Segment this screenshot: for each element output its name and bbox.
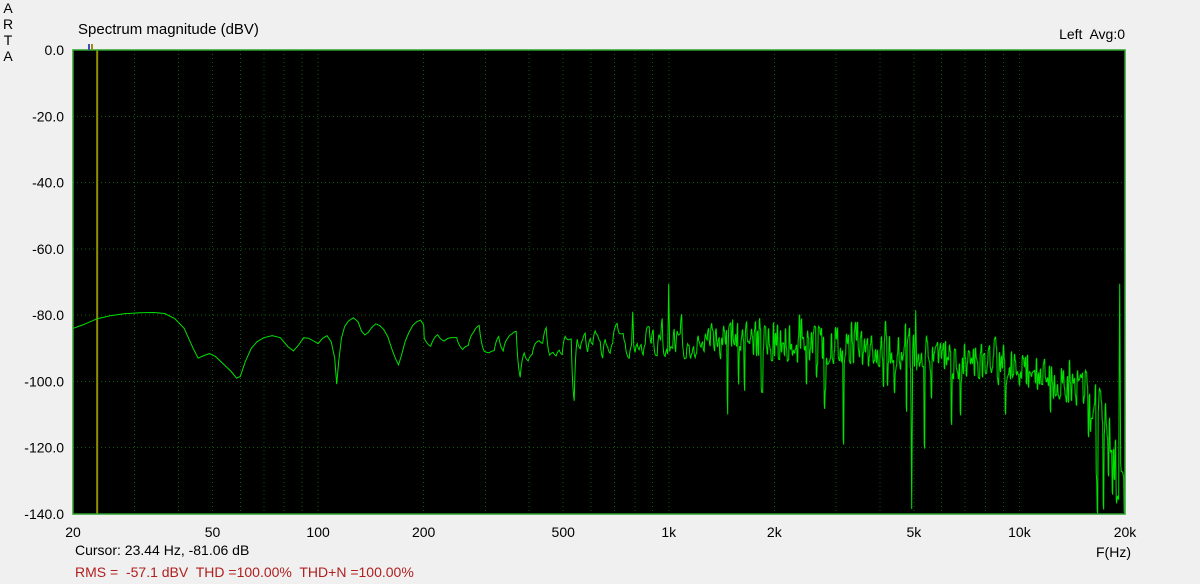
x-tick-label: 2k <box>767 524 783 540</box>
x-tick-label: 1k <box>661 524 677 540</box>
y-tick-label: 0.0 <box>45 42 65 58</box>
x-tick-label: 20k <box>1114 524 1138 540</box>
cursor-readout: Cursor: 23.44 Hz, -81.06 dB <box>75 542 250 558</box>
x-tick-label: 10k <box>1008 524 1032 540</box>
x-tick-label: 20 <box>65 524 81 540</box>
y-tick-label: -40.0 <box>32 175 64 191</box>
y-tick-label: -120.0 <box>24 440 64 456</box>
cursor-handle[interactable] <box>88 44 94 50</box>
y-tick-label: -140.0 <box>24 506 64 522</box>
y-tick-label: -80.0 <box>32 307 64 323</box>
arta-spectrum-window: 20 50 100 200 500 1k 2k 5k 10k 20k F(Hz) 0.0 -20.0 -4… <box>0 0 1200 584</box>
x-tick-label: 500 <box>552 524 576 540</box>
spectrum-plot[interactable]: 20 50 100 200 500 1k 2k 5k 10k 20k F(Hz) 0.0 -20.0 -4… <box>0 0 1200 584</box>
y-axis-labels: 0.0 -20.0 -40.0 -60.0 -80.0 -100.0 -120.0 -140.… <box>24 42 64 522</box>
x-axis-labels: 20 50 100 200 500 1k 2k 5k 10k 20k <box>65 524 1137 540</box>
x-tick-label: 5k <box>906 524 922 540</box>
plot-background[interactable] <box>73 50 1125 514</box>
y-tick-label: -60.0 <box>32 241 64 257</box>
y-tick-label: -100.0 <box>24 373 64 389</box>
x-tick-label: 200 <box>412 524 436 540</box>
x-tick-label: 50 <box>205 524 221 540</box>
x-tick-label: 100 <box>306 524 330 540</box>
channel-avg-label: Left Avg:0 <box>1059 26 1125 42</box>
rms-thd-readout: RMS = -57.1 dBV THD =100.00% THD+N =100.… <box>75 564 414 580</box>
x-axis-title: F(Hz) <box>1096 544 1131 560</box>
page-title: Spectrum magnitude (dBV) <box>78 21 259 38</box>
y-tick-label: -20.0 <box>32 108 64 124</box>
